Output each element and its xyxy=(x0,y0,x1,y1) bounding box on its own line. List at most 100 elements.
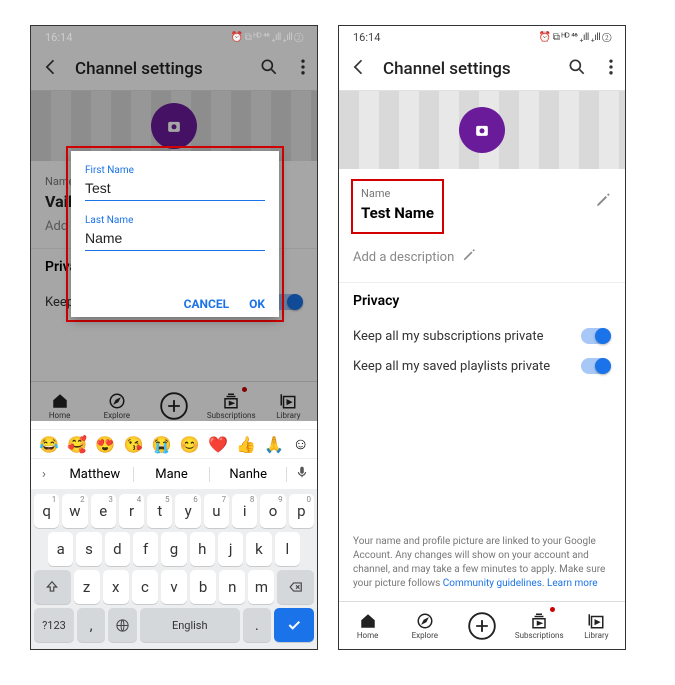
learn-more-link[interactable]: Learn more xyxy=(547,578,598,589)
nav-library-label: Library xyxy=(584,631,608,640)
name-value: Test Name xyxy=(361,204,434,222)
emoji-picker-icon[interactable]: ☺ xyxy=(293,434,309,454)
first-name-label: First Name xyxy=(85,165,265,176)
key-s[interactable]: s xyxy=(76,532,101,566)
emoji[interactable]: 🥰 xyxy=(67,435,87,454)
key-y[interactable]: y6 xyxy=(175,494,200,528)
space-key[interactable]: English xyxy=(140,608,240,642)
emoji[interactable]: 🙏 xyxy=(264,435,284,454)
key-x[interactable]: x xyxy=(103,570,129,604)
nav-subscriptions[interactable]: Subscriptions xyxy=(511,602,568,649)
period-key[interactable]: . xyxy=(243,608,272,642)
edit-name-icon[interactable] xyxy=(595,192,611,212)
nav-explore-label: Explore xyxy=(412,631,438,640)
first-name-field: First Name xyxy=(85,165,265,201)
notification-dot-icon xyxy=(550,607,555,612)
highlight-frame: First Name Last Name CANCEL OK xyxy=(66,146,284,322)
comma-key[interactable]: , xyxy=(77,608,106,642)
avatar[interactable] xyxy=(459,107,505,153)
status-bar: 16:14 ⏰ ⧉ ᴴᴰ ⁴⁶ ₊ıll ₊ıll ② xyxy=(339,26,625,48)
key-w[interactable]: w2 xyxy=(62,494,87,528)
key-h[interactable]: h xyxy=(190,532,215,566)
last-name-input[interactable] xyxy=(85,228,265,251)
status-indicators: ⏰ ⧉ ᴴᴰ ⁴⁶ ₊ıll ₊ıll ② xyxy=(539,32,611,43)
back-icon[interactable] xyxy=(349,57,369,81)
search-icon[interactable] xyxy=(567,57,587,81)
key-c[interactable]: c xyxy=(132,570,158,604)
status-time: 16:14 xyxy=(45,31,72,44)
globe-key[interactable] xyxy=(108,608,137,642)
name-label: Name xyxy=(361,187,434,200)
emoji-row: 😂 🥰 😍 😘 😭 😊 ❤️ 👍 🙏 ☺ xyxy=(31,429,317,458)
key-u[interactable]: u7 xyxy=(204,494,229,528)
nav-create[interactable] xyxy=(453,602,510,649)
edit-description-icon[interactable] xyxy=(462,248,476,266)
cancel-button[interactable]: CANCEL xyxy=(184,297,229,311)
page-title: Channel settings xyxy=(383,59,553,79)
emoji[interactable]: 😂 xyxy=(39,435,59,454)
key-i[interactable]: i8 xyxy=(232,494,257,528)
nav-library[interactable]: Library xyxy=(568,602,625,649)
key-z[interactable]: z xyxy=(74,570,100,604)
community-guidelines-link[interactable]: Community guidelines xyxy=(443,578,542,589)
key-n[interactable]: n xyxy=(219,570,245,604)
privacy-section: Privacy Keep all my subscriptions privat… xyxy=(339,283,625,391)
key-j[interactable]: j xyxy=(218,532,243,566)
key-a[interactable]: a xyxy=(48,532,73,566)
emoji[interactable]: 😍 xyxy=(95,435,115,454)
status-indicators: ⏰ ⧉ ᴴᴰ ⁴⁶ ₊ıll ₊ıll ② xyxy=(231,32,303,43)
highlight-frame: Name Test Name xyxy=(351,179,444,234)
channel-banner xyxy=(339,91,625,169)
privacy-heading: Privacy xyxy=(353,293,611,309)
more-icon[interactable] xyxy=(601,57,615,81)
name-row: Name Test Name xyxy=(339,169,625,234)
app-header: Channel settings xyxy=(339,48,625,91)
emoji[interactable]: 😘 xyxy=(124,435,144,454)
key-v[interactable]: v xyxy=(161,570,187,604)
key-p[interactable]: p0 xyxy=(289,494,314,528)
backspace-key[interactable] xyxy=(277,570,314,604)
suggestion[interactable]: Matthew xyxy=(57,467,134,482)
last-name-label: Last Name xyxy=(85,215,265,226)
shift-key[interactable] xyxy=(34,570,71,604)
emoji[interactable]: 👍 xyxy=(236,435,256,454)
phone-left-screenshot: 16:14 ⏰ ⧉ ᴴᴰ ⁴⁶ ₊ıll ₊ıll ② Channel sett… xyxy=(30,25,318,650)
suggestion[interactable]: Mane xyxy=(134,467,211,482)
key-k[interactable]: k xyxy=(246,532,271,566)
privacy-row-label: Keep all my saved playlists private xyxy=(353,359,550,374)
nav-explore[interactable]: Explore xyxy=(396,602,453,649)
key-o[interactable]: o9 xyxy=(260,494,285,528)
key-l[interactable]: l xyxy=(275,532,300,566)
key-g[interactable]: g xyxy=(161,532,186,566)
key-q[interactable]: q1 xyxy=(34,494,59,528)
footnote: Your name and profile picture are linked… xyxy=(339,535,625,601)
privacy-toggle[interactable] xyxy=(581,328,611,344)
name-dialog: First Name Last Name CANCEL OK xyxy=(71,151,279,317)
key-d[interactable]: d xyxy=(105,532,130,566)
emoji[interactable]: 😊 xyxy=(180,435,200,454)
nav-home-label: Home xyxy=(357,631,379,640)
emoji[interactable]: 😭 xyxy=(152,435,172,454)
phone-right-screenshot: 16:14 ⏰ ⧉ ᴴᴰ ⁴⁶ ₊ıll ₊ıll ② Channel sett… xyxy=(338,25,626,650)
key-b[interactable]: b xyxy=(190,570,216,604)
keyboard: q1w2e3r4t5y6u7i8o9p0 asdfghjkl zxcvbnm ?… xyxy=(31,490,317,649)
first-name-input[interactable] xyxy=(85,178,265,201)
nav-subs-label: Subscriptions xyxy=(515,631,564,640)
status-bar: 16:14 ⏰ ⧉ ᴴᴰ ⁴⁶ ₊ıll ₊ıll ② xyxy=(31,26,317,48)
nav-home[interactable]: Home xyxy=(339,602,396,649)
emoji[interactable]: ❤️ xyxy=(208,435,228,454)
description-row[interactable]: Add a description xyxy=(339,234,625,283)
key-m[interactable]: m xyxy=(248,570,274,604)
enter-key[interactable] xyxy=(274,608,314,642)
key-e[interactable]: e3 xyxy=(91,494,116,528)
key-r[interactable]: r4 xyxy=(119,494,144,528)
key-t[interactable]: t5 xyxy=(147,494,172,528)
suggestion[interactable]: Nanhe xyxy=(210,467,287,482)
bottom-nav: Home Explore Subscriptions Library xyxy=(339,601,625,649)
ok-button[interactable]: OK xyxy=(249,297,265,311)
numbers-key[interactable]: ?123 xyxy=(34,608,74,642)
mic-icon[interactable] xyxy=(287,465,317,483)
chevron-right-icon[interactable]: › xyxy=(31,467,57,482)
key-f[interactable]: f xyxy=(133,532,158,566)
privacy-toggle[interactable] xyxy=(581,358,611,374)
